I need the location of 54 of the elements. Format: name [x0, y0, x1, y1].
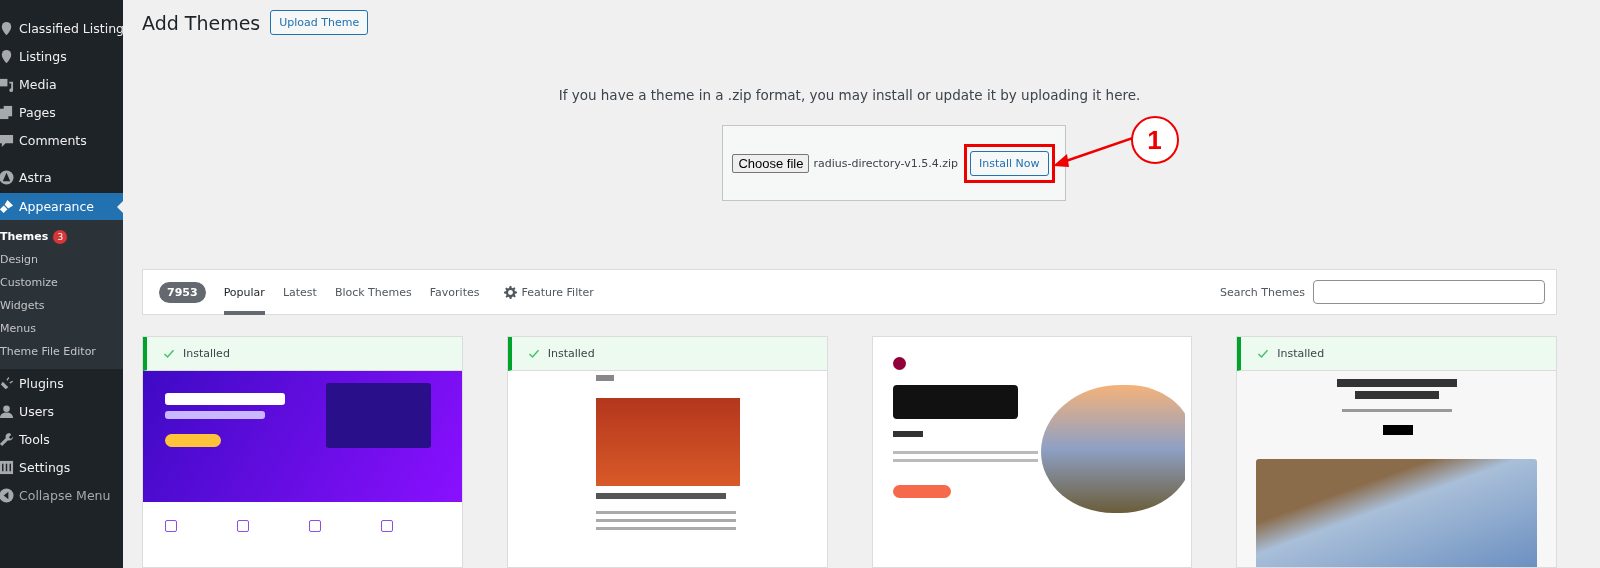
filter-tab[interactable]: Favorites: [429, 269, 480, 315]
theme-card[interactable]: Installed: [142, 336, 463, 568]
user-icon: [0, 403, 14, 419]
submenu-item[interactable]: Design: [0, 248, 123, 271]
submenu-item[interactable]: Widgets: [0, 294, 123, 317]
filter-tab[interactable]: Block Themes: [334, 269, 412, 315]
status-text: Installed: [1277, 347, 1325, 360]
callout-number: 1: [1130, 116, 1179, 164]
menu-item[interactable]: Settings: [0, 453, 123, 481]
status-text: Installed: [547, 347, 595, 360]
search-field[interactable]: [1313, 280, 1545, 304]
plug-icon: [0, 375, 14, 391]
submenu-item[interactable]: Customize: [0, 271, 123, 294]
theme-count: 7953: [159, 281, 206, 303]
menu-item[interactable]: Media: [0, 70, 123, 98]
check-icon: [163, 347, 175, 360]
current-page-indicator: [117, 201, 123, 213]
speech-bubble-icon: [0, 132, 14, 148]
menu-item[interactable]: Pages: [0, 98, 123, 126]
menu-item[interactable]: Collapse Menu: [0, 481, 123, 509]
check-icon: [1257, 347, 1270, 360]
theme-card[interactable]: Installed: [1236, 336, 1557, 568]
menu-item[interactable]: Astra: [0, 163, 123, 191]
upload-instructions: If you have a theme in a .zip format, you may install or update it by uploading it here.: [557, 87, 1142, 103]
submenu-item[interactable]: Menus: [0, 317, 123, 340]
brush-icon: [0, 199, 14, 214]
submenu-item[interactable]: Theme File Editor: [0, 340, 123, 363]
feature-filter-link[interactable]: Feature Filter: [521, 269, 594, 315]
filter-tab[interactable]: Latest: [282, 269, 317, 315]
menu-item[interactable]: Appearance: [0, 193, 123, 220]
theme-card[interactable]: Installed: [506, 336, 828, 568]
filter-tab[interactable]: Popular: [223, 269, 265, 315]
page-title: Add Themes: [142, 11, 261, 34]
menu-item[interactable]: Users: [0, 397, 123, 425]
menu-item[interactable]: Listings: [0, 42, 123, 70]
upload-theme-button[interactable]: Upload Theme: [270, 10, 369, 35]
media-icon: [0, 76, 14, 92]
gear-icon: [503, 285, 517, 299]
choose-file-button[interactable]: Choose file: [732, 153, 810, 173]
check-icon: [527, 347, 540, 360]
status-text: Installed: [183, 347, 230, 360]
pin-icon: [0, 48, 14, 64]
menu-item[interactable]: Classified Listing: [0, 14, 123, 42]
pin-icon: [0, 20, 14, 36]
submenu-item[interactable]: Themes 3: [0, 225, 123, 248]
menu-item[interactable]: Tools: [0, 425, 123, 453]
file-name: radius-directory-v1.5.4.zip: [813, 156, 958, 170]
install-now-button[interactable]: Install Now: [969, 150, 1049, 176]
pages-icon: [0, 104, 14, 120]
wrench-icon: [0, 431, 14, 447]
menu-item[interactable]: Plugins: [0, 369, 123, 397]
menu-item[interactable]: Comments: [0, 126, 123, 154]
count-badge: 3: [53, 229, 68, 244]
search-label: Search Themes: [1220, 285, 1305, 299]
